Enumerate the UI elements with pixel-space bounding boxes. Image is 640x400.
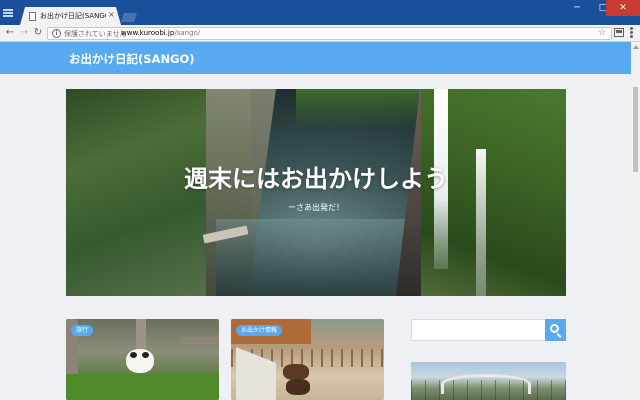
card-image-pony bbox=[283, 364, 309, 380]
site-title[interactable]: お出かけ日記(SANGO) bbox=[69, 51, 195, 67]
hero-image: 週末にはお出かけしよう ーさあ出発だ！ bbox=[66, 89, 566, 296]
site-header: お出かけ日記(SANGO) bbox=[0, 42, 631, 74]
hero-headline: 週末にはお出かけしよう bbox=[184, 165, 448, 193]
tab-title: お出かけ日記(SANGO) | おで bbox=[40, 12, 106, 20]
minimize-button[interactable]: ─ bbox=[564, 0, 590, 16]
card-image-pony bbox=[286, 379, 310, 395]
search-button[interactable] bbox=[545, 319, 566, 341]
new-tab-button[interactable] bbox=[121, 13, 137, 22]
bookmark-star-icon[interactable]: ☆ bbox=[598, 28, 606, 38]
browser-menu-icon[interactable] bbox=[630, 27, 633, 38]
post-card[interactable]: お出かけ情報 bbox=[231, 319, 384, 400]
hero-subtitle: ーさあ出発だ！ bbox=[288, 203, 344, 212]
reload-button[interactable]: ↻ bbox=[32, 26, 44, 40]
page-favicon-icon bbox=[29, 12, 36, 21]
browser-titlebar: お出かけ日記(SANGO) | おで × ─ □ ✕ bbox=[0, 0, 640, 25]
page-scrollbar[interactable] bbox=[631, 42, 640, 400]
forward-button[interactable]: → bbox=[18, 26, 30, 40]
scroll-thumb[interactable] bbox=[633, 87, 638, 172]
browser-tab[interactable]: お出かけ日記(SANGO) | おで × bbox=[20, 7, 121, 25]
browser-toolbar: ← → ↻ i 保護されていません www.kuroobi.jp/sango/ … bbox=[0, 25, 640, 42]
search-input[interactable] bbox=[411, 319, 545, 341]
window-menu-icon[interactable] bbox=[3, 9, 13, 18]
cast-icon[interactable] bbox=[614, 28, 624, 37]
category-badge[interactable]: お出かけ情報 bbox=[236, 325, 283, 336]
tab-close-icon[interactable]: × bbox=[108, 10, 115, 19]
sidebar-image-poles bbox=[411, 380, 566, 400]
sidebar-image[interactable] bbox=[411, 362, 566, 400]
url-text[interactable]: www.kuroobi.jp/sango/ bbox=[121, 29, 200, 37]
category-badge[interactable]: 旅行 bbox=[71, 325, 94, 336]
scroll-up-arrow-icon[interactable] bbox=[633, 45, 639, 49]
url-host: www.kuroobi.jp bbox=[121, 29, 175, 37]
back-button[interactable]: ← bbox=[4, 26, 16, 40]
url-path: /sango/ bbox=[174, 29, 201, 37]
close-window-button[interactable]: ✕ bbox=[606, 0, 640, 16]
url-separator bbox=[117, 30, 118, 38]
post-card[interactable]: 旅行 bbox=[66, 319, 219, 400]
address-bar[interactable]: i 保護されていません www.kuroobi.jp/sango/ ☆ bbox=[47, 27, 612, 40]
card-image-grass bbox=[66, 374, 219, 400]
info-icon[interactable]: i bbox=[52, 29, 61, 38]
search-icon bbox=[550, 324, 559, 333]
card-image-panda bbox=[126, 349, 154, 373]
card-image-log bbox=[181, 337, 219, 345]
